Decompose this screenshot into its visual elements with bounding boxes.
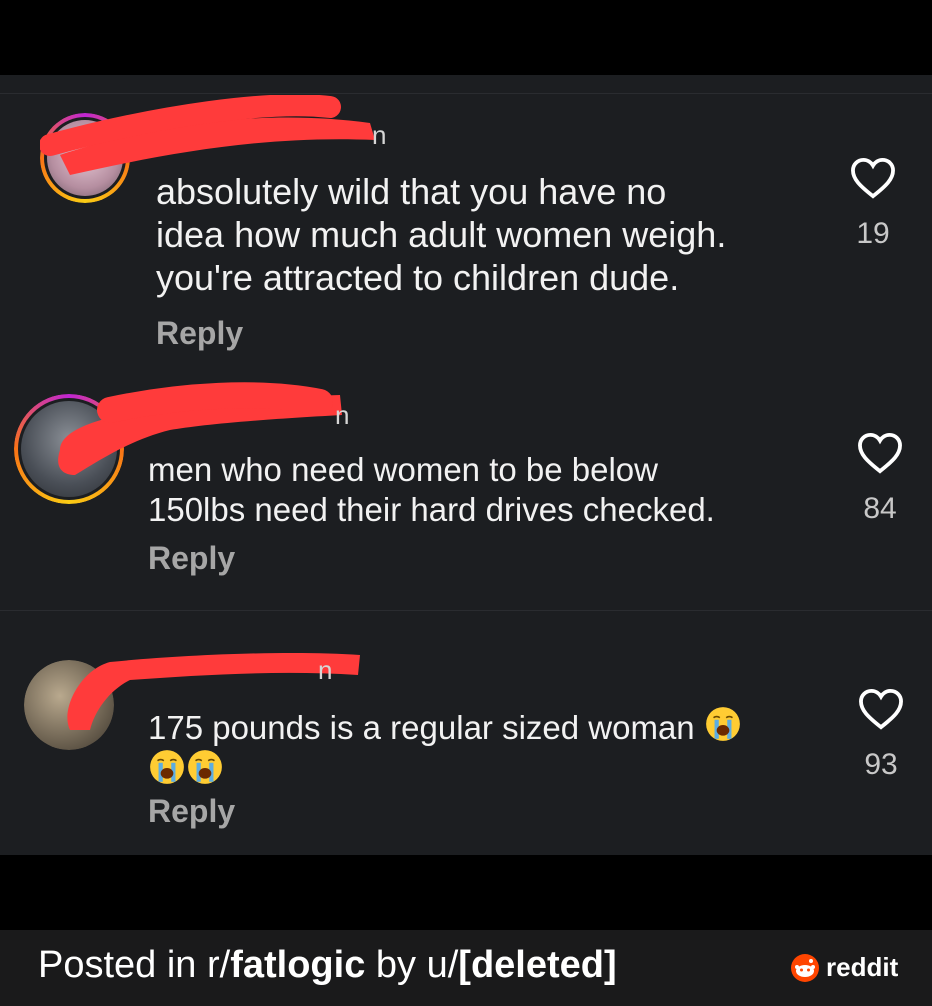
reddit-footer: Posted in r/fatlogic by u/[deleted] redd… — [0, 930, 932, 1006]
user-link[interactable]: [deleted] — [458, 944, 616, 986]
comment-text: men who need women to be below 150lbs ne… — [148, 451, 715, 528]
comment-text: 175 pounds is a regular sized woman — [148, 705, 742, 791]
reddit-icon — [791, 953, 819, 982]
heart-icon[interactable] — [850, 157, 896, 199]
like-count: 19 — [856, 217, 890, 250]
reply-button[interactable]: Reply — [156, 315, 243, 352]
divider — [0, 93, 932, 94]
reply-button[interactable]: Reply — [148, 540, 235, 577]
crying-face-icon — [150, 750, 184, 784]
like-count: 93 — [864, 748, 898, 781]
reddit-logo: reddit — [790, 952, 898, 983]
comment-text-line: 175 pounds is a regular sized woman — [148, 709, 695, 746]
like-button[interactable]: 84 — [854, 432, 906, 526]
attribution-middle: by u/ — [365, 944, 459, 986]
username[interactable]: n — [372, 120, 386, 151]
crying-face-icon — [188, 750, 222, 784]
subreddit-link[interactable]: fatlogic — [230, 944, 365, 986]
reddit-wordmark: reddit — [826, 952, 899, 982]
post-attribution: Posted in r/fatlogic by u/[deleted] — [38, 944, 617, 987]
attribution-prefix: Posted in r/ — [38, 944, 231, 986]
username[interactable]: n — [335, 400, 349, 431]
heart-icon[interactable] — [858, 688, 904, 730]
like-count: 84 — [863, 492, 897, 525]
username[interactable]: n — [318, 655, 332, 686]
heart-icon[interactable] — [857, 432, 903, 474]
comment-text: absolutely wild that you have no idea ho… — [156, 171, 727, 298]
like-button[interactable]: 93 — [855, 688, 907, 782]
crying-face-icon — [705, 707, 740, 741]
like-button[interactable]: 19 — [847, 157, 899, 251]
divider — [0, 610, 932, 611]
reply-button[interactable]: Reply — [148, 793, 235, 830]
